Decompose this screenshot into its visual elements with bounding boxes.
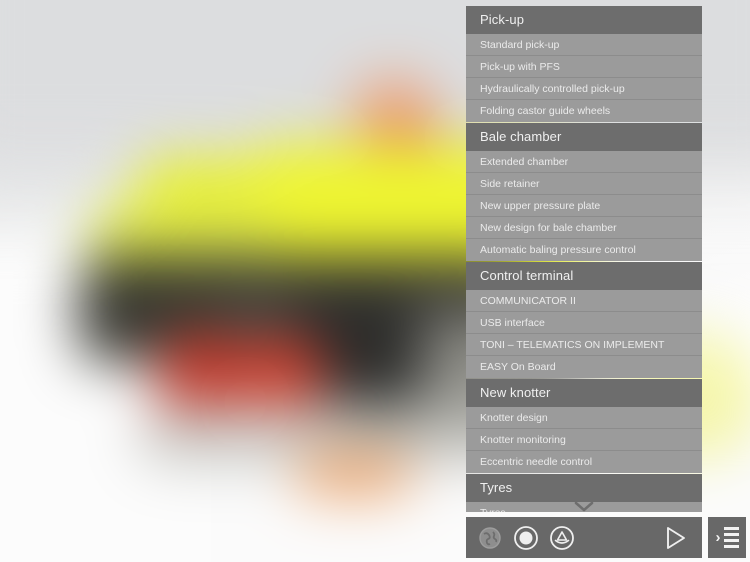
toolbar-left-group bbox=[466, 524, 576, 552]
menu-item[interactable]: Knotter monitoring bbox=[466, 429, 702, 451]
record-icon[interactable] bbox=[512, 524, 540, 552]
menu-item[interactable]: Hydraulically controlled pick-up bbox=[466, 78, 702, 100]
menu-item[interactable]: USB interface bbox=[466, 312, 702, 334]
menu-item[interactable]: Automatic baling pressure control bbox=[466, 239, 702, 261]
menu-group: Control terminal COMMUNICATOR II USB inter… bbox=[466, 262, 702, 378]
menu-group-header[interactable]: Pick-up bbox=[466, 6, 702, 34]
menu-item[interactable]: Folding castor guide wheels bbox=[466, 100, 702, 122]
feature-menu-scroll-area[interactable]: Pick-up Standard pick-up Pick-up with PFS H… bbox=[466, 6, 702, 512]
scroll-down-chevron-icon[interactable] bbox=[466, 499, 702, 513]
menu-item[interactable]: EASY On Board bbox=[466, 356, 702, 378]
ar-view-icon[interactable] bbox=[548, 524, 576, 552]
menu-group-header[interactable]: Bale chamber bbox=[466, 123, 702, 151]
menu-item[interactable]: TONI – TELEMATICS ON IMPLEMENT bbox=[466, 334, 702, 356]
list-line bbox=[723, 539, 739, 542]
menu-item[interactable]: New design for bale chamber bbox=[466, 217, 702, 239]
app-root: Pick-up Standard pick-up Pick-up with PFS H… bbox=[0, 0, 750, 562]
collapse-list-icon: › bbox=[716, 527, 739, 548]
list-line bbox=[723, 545, 739, 548]
menu-item[interactable]: Eccentric needle control bbox=[466, 451, 702, 473]
menu-item[interactable]: New upper pressure plate bbox=[466, 195, 702, 217]
menu-item[interactable]: Standard pick-up bbox=[466, 34, 702, 56]
feature-menu-panel[interactable]: Pick-up Standard pick-up Pick-up with PFS H… bbox=[466, 6, 702, 512]
list-line bbox=[723, 533, 739, 536]
collapse-list-button[interactable]: › bbox=[708, 517, 746, 558]
menu-item[interactable]: Extended chamber bbox=[466, 151, 702, 173]
menu-group-header[interactable]: Tyres bbox=[466, 474, 702, 502]
menu-group-header[interactable]: Control terminal bbox=[466, 262, 702, 290]
list-line bbox=[723, 527, 739, 530]
menu-group: Pick-up Standard pick-up Pick-up with PFS H… bbox=[466, 6, 702, 122]
menu-group: New knotter Knotter design Knotter monitor… bbox=[466, 379, 702, 473]
play-icon[interactable] bbox=[660, 523, 690, 553]
photo-blob-orange-lower bbox=[295, 449, 413, 498]
menu-group-header[interactable]: New knotter bbox=[466, 379, 702, 407]
menu-group: Bale chamber Extended chamber Side retaine… bbox=[466, 123, 702, 261]
menu-item[interactable]: Pick-up with PFS bbox=[466, 56, 702, 78]
menu-item[interactable]: COMMUNICATOR II bbox=[466, 290, 702, 312]
menu-item[interactable]: Knotter design bbox=[466, 407, 702, 429]
list-lines-icon bbox=[723, 527, 739, 548]
menu-item[interactable]: Side retainer bbox=[466, 173, 702, 195]
bottom-toolbar bbox=[466, 517, 702, 558]
globe-icon[interactable] bbox=[476, 524, 504, 552]
chevron-right-icon: › bbox=[715, 529, 721, 546]
